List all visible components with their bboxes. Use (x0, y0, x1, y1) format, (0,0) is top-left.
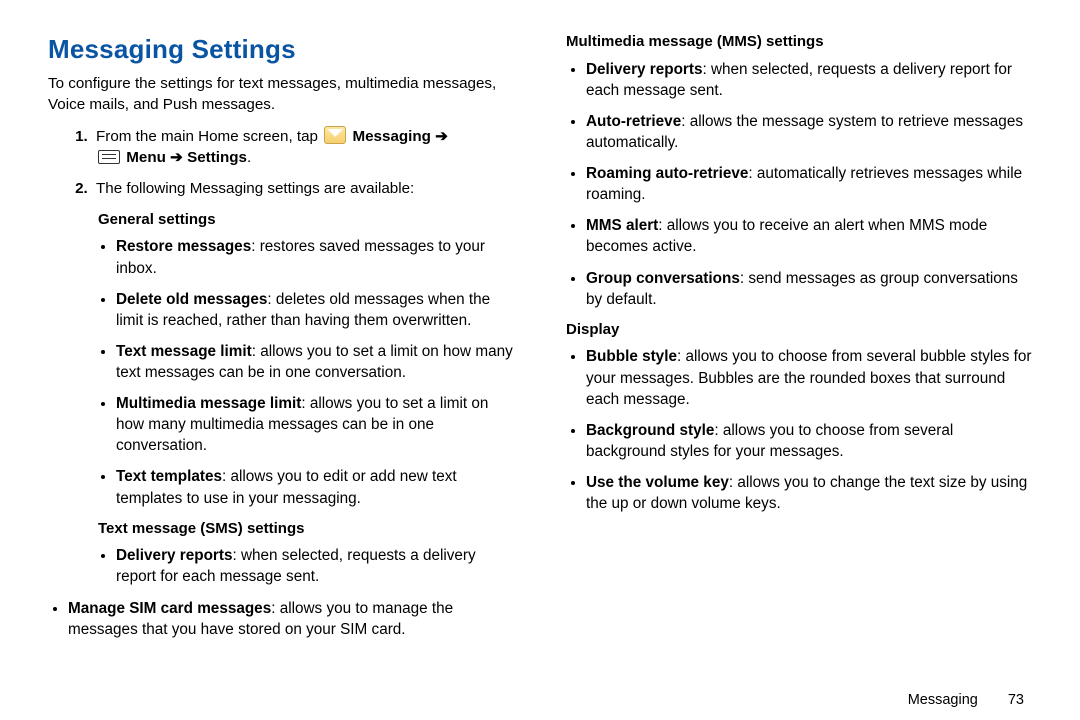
general-settings-heading: General settings (98, 210, 514, 231)
menu-icon (98, 150, 120, 164)
item-label: Manage SIM card messages (68, 600, 271, 617)
period: . (247, 149, 251, 166)
list-item: Bubble style: allows you to choose from … (586, 346, 1032, 409)
footer-page-number: 73 (1008, 692, 1024, 708)
page-title: Messaging Settings (48, 32, 514, 68)
item-label: MMS alert (586, 217, 658, 234)
item-label: Delivery reports (586, 61, 702, 78)
item-label: Group conversations (586, 270, 740, 287)
messaging-label: Messaging (352, 128, 431, 145)
item-label: Delete old messages (116, 291, 267, 308)
intro-text: To configure the settings for text messa… (48, 74, 514, 116)
sms-settings-list: Delivery reports: when selected, request… (48, 545, 514, 587)
page-footer: Messaging 73 (908, 692, 1024, 708)
general-settings-list: Restore messages: restores saved message… (48, 236, 514, 508)
item-label: Roaming auto-retrieve (586, 165, 748, 182)
list-item: Roaming auto-retrieve: automatically ret… (586, 163, 1032, 205)
step-1: From the main Home screen, tap Messaging… (92, 126, 514, 169)
arrow-icon: ➔ (170, 149, 183, 166)
messaging-icon (324, 126, 346, 144)
sms-settings-heading: Text message (SMS) settings (98, 519, 514, 540)
item-label: Auto-retrieve (586, 113, 681, 130)
item-label: Text message limit (116, 343, 252, 360)
display-heading: Display (566, 320, 1032, 341)
list-item: Use the volume key: allows you to change… (586, 472, 1032, 514)
list-item: Group conversations: send messages as gr… (586, 268, 1032, 310)
list-item: Multimedia message limit: allows you to … (116, 393, 514, 456)
list-item: MMS alert: allows you to receive an aler… (586, 215, 1032, 257)
menu-label: Menu (126, 149, 166, 166)
item-label: Restore messages (116, 238, 251, 255)
mms-settings-heading: Multimedia message (MMS) settings (566, 32, 1032, 53)
list-item: Text templates: allows you to edit or ad… (116, 466, 514, 508)
item-label: Bubble style (586, 348, 677, 365)
list-item: Text message limit: allows you to set a … (116, 341, 514, 383)
list-item: Manage SIM card messages: allows you to … (68, 598, 514, 640)
step1-pre: From the main Home screen, tap (96, 128, 322, 145)
display-list: Bubble style: allows you to choose from … (566, 346, 1032, 514)
item-label: Use the volume key (586, 474, 729, 491)
steps-list: From the main Home screen, tap Messaging… (48, 126, 514, 200)
list-item: Background style: allows you to choose f… (586, 420, 1032, 462)
step-2: The following Messaging settings are ava… (92, 179, 514, 200)
item-label: Text templates (116, 468, 222, 485)
mms-settings-list: Delivery reports: when selected, request… (566, 59, 1032, 310)
item-label: Multimedia message limit (116, 395, 301, 412)
arrow-icon: ➔ (435, 128, 448, 145)
sms-settings-list-cont: Manage SIM card messages: allows you to … (48, 598, 514, 640)
list-item: Delivery reports: when selected, request… (586, 59, 1032, 101)
item-label: Background style (586, 422, 714, 439)
footer-section: Messaging (908, 692, 978, 708)
list-item: Delete old messages: deletes old message… (116, 289, 514, 331)
item-label: Delivery reports (116, 547, 232, 564)
list-item: Delivery reports: when selected, request… (116, 545, 514, 587)
settings-label: Settings (187, 149, 247, 166)
list-item: Restore messages: restores saved message… (116, 236, 514, 278)
list-item: Auto-retrieve: allows the message system… (586, 111, 1032, 153)
